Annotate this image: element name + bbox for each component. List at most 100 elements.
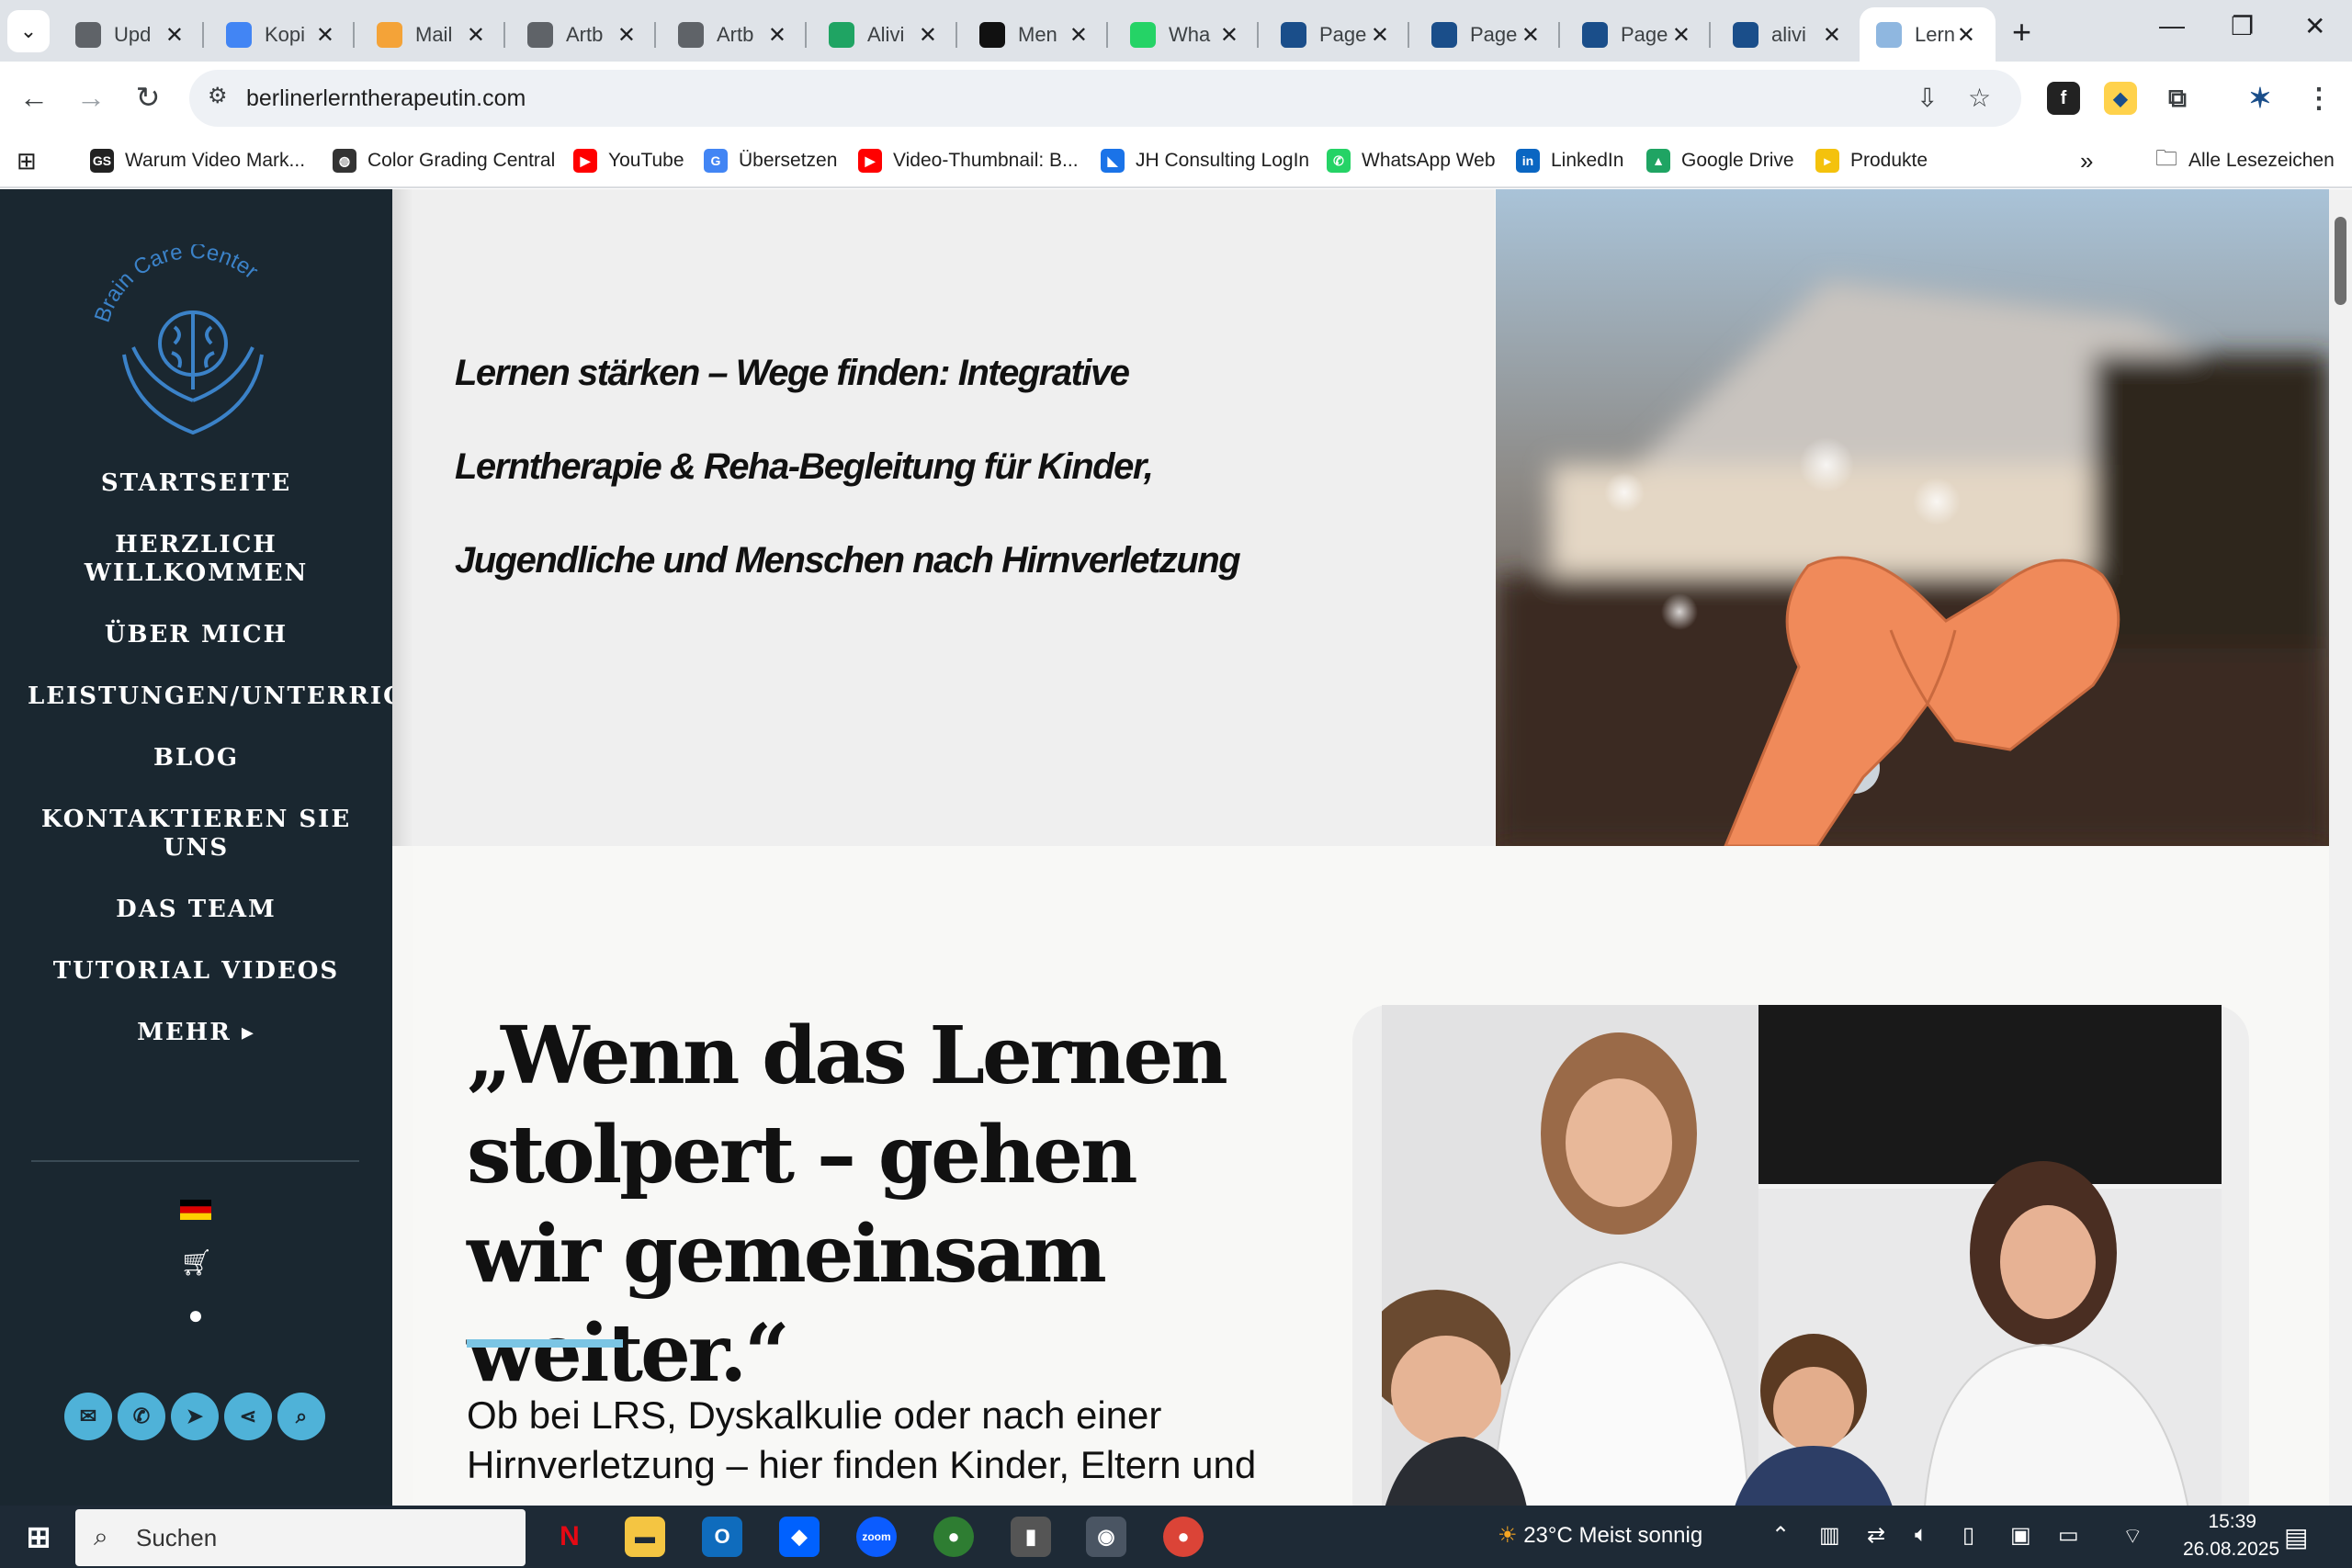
- app-mic-icon[interactable]: ▮: [1011, 1517, 1051, 1557]
- profile-spark-icon[interactable]: ✶: [2244, 82, 2277, 115]
- bookmark-6[interactable]: ✆ WhatsApp Web: [1327, 144, 1496, 177]
- nav-item-5[interactable]: KONTAKTIEREN SIE UNS: [0, 806, 392, 863]
- site-info-icon[interactable]: ⚙: [208, 83, 228, 109]
- volume-icon[interactable]: 🔈︎: [1915, 1522, 1928, 1548]
- chrome-active-icon[interactable]: ●: [933, 1517, 974, 1557]
- german-flag-icon[interactable]: [180, 1200, 211, 1220]
- menu-kebab-icon[interactable]: ⋮: [2302, 82, 2335, 115]
- close-tab-icon[interactable]: ✕: [1069, 22, 1088, 49]
- close-window-button[interactable]: ✕: [2304, 11, 2325, 41]
- close-tab-icon[interactable]: ✕: [919, 22, 937, 49]
- close-tab-icon[interactable]: ✕: [1371, 22, 1389, 49]
- tab-9[interactable]: Page ✕: [1415, 7, 1560, 62]
- address-bar[interactable]: ⚙ berlinerlerntherapeutin.com ⇩ ☆: [189, 70, 2021, 127]
- close-tab-icon[interactable]: ✕: [1823, 22, 1841, 49]
- forward-button[interactable]: →: [68, 74, 114, 120]
- close-tab-icon[interactable]: ✕: [316, 22, 334, 49]
- close-tab-icon[interactable]: ✕: [1957, 22, 1975, 49]
- nav-item-0[interactable]: STARTSEITE: [0, 469, 392, 498]
- tab-search-button[interactable]: ⌄: [7, 10, 50, 52]
- windows-start-icon[interactable]: ⊞: [18, 1517, 59, 1557]
- share-icon[interactable]: ⋖: [224, 1393, 272, 1440]
- tab-3[interactable]: Artb ✕: [511, 7, 656, 62]
- bookmark-0[interactable]: GS Warum Video Mark...: [90, 144, 305, 177]
- bookmark-5[interactable]: ◣ JH Consulting LogIn: [1101, 144, 1309, 177]
- battery-icon[interactable]: ▭: [2058, 1522, 2079, 1549]
- tab-1[interactable]: Kopi ✕: [209, 7, 355, 62]
- tab-12[interactable]: Lern ✕: [1860, 7, 1996, 62]
- tab-2[interactable]: Mail ✕: [360, 7, 505, 62]
- clock[interactable]: 15:39 26.08.2025: [2183, 1511, 2279, 1561]
- location-arrow-icon[interactable]: ➤: [171, 1393, 219, 1440]
- user-icon[interactable]: ●: [180, 1301, 211, 1332]
- bookmark-7[interactable]: in LinkedIn: [1516, 144, 1623, 177]
- close-tab-icon[interactable]: ✕: [768, 22, 786, 49]
- tab-7[interactable]: Wha ✕: [1114, 7, 1259, 62]
- tray-chevron-up-icon[interactable]: ⌃: [1771, 1522, 1790, 1549]
- reload-button[interactable]: ↻: [125, 74, 171, 120]
- chrome-icon[interactable]: ●: [1163, 1517, 1204, 1557]
- tray-display-icon[interactable]: ▣: [2010, 1522, 2031, 1549]
- search-icon: ⌕: [94, 1522, 108, 1551]
- nav-item-6[interactable]: DAS TEAM: [0, 896, 392, 924]
- tab-4[interactable]: Artb ✕: [662, 7, 807, 62]
- page-scrollbar[interactable]: [2329, 189, 2352, 1506]
- close-tab-icon[interactable]: ✕: [165, 22, 184, 49]
- url-text[interactable]: berlinerlerntherapeutin.com: [246, 85, 526, 112]
- tab-8[interactable]: Page ✕: [1264, 7, 1409, 62]
- close-tab-icon[interactable]: ✕: [1521, 22, 1540, 49]
- tray-sync-icon[interactable]: ⇄: [1867, 1522, 1885, 1549]
- tab-10[interactable]: Page ✕: [1566, 7, 1711, 62]
- bookmark-4[interactable]: ▶ Video-Thumbnail: B...: [858, 144, 1079, 177]
- close-tab-icon[interactable]: ✕: [467, 22, 485, 49]
- tab-separator: [654, 22, 656, 48]
- outlook-icon[interactable]: O: [702, 1517, 742, 1557]
- taskbar-search-box[interactable]: ⌕ Suchen: [75, 1509, 526, 1566]
- extension-f-icon[interactable]: f: [2047, 82, 2080, 115]
- tray-phone-link-icon[interactable]: ▯: [1962, 1522, 1974, 1549]
- nav-item-2[interactable]: ÜBER MICH: [0, 621, 392, 649]
- back-button[interactable]: ←: [11, 74, 57, 120]
- search-icon[interactable]: ⌕: [277, 1393, 325, 1440]
- minimize-button[interactable]: —: [2159, 11, 2185, 40]
- camera-icon[interactable]: ◉: [1086, 1517, 1126, 1557]
- nav-item-1[interactable]: HERZLICH WILLKOMMEN: [0, 531, 392, 588]
- tab-11[interactable]: alivi ✕: [1716, 7, 1861, 62]
- nav-item-7[interactable]: TUTORIAL VIDEOS: [0, 957, 392, 986]
- wifi-icon[interactable]: ⌔: [2122, 1522, 2143, 1550]
- tray-meter-icon[interactable]: ▥: [1819, 1522, 1840, 1549]
- nav-item-4[interactable]: BLOG: [0, 744, 392, 773]
- tab-5[interactable]: Alivi ✕: [812, 7, 957, 62]
- phone-icon[interactable]: ✆: [118, 1393, 165, 1440]
- bookmark-8[interactable]: ▲ Google Drive: [1646, 144, 1794, 177]
- extension-puzzle-color-icon[interactable]: ◆: [2104, 82, 2137, 115]
- install-app-icon[interactable]: ⇩: [1917, 83, 1938, 113]
- all-bookmarks-button[interactable]: 🗀 Alle Lesezeichen: [2155, 144, 2335, 177]
- new-tab-button[interactable]: +: [2012, 13, 2031, 51]
- apps-grid-icon[interactable]: ⊞: [17, 144, 37, 177]
- cart-icon[interactable]: 🛒︎: [180, 1247, 213, 1277]
- close-tab-icon[interactable]: ✕: [1220, 22, 1238, 49]
- dropbox-icon[interactable]: ◆: [779, 1517, 820, 1557]
- close-tab-icon[interactable]: ✕: [617, 22, 636, 49]
- nav-item-3[interactable]: LEISTUNGEN/UNTERRICHTSANGEBOTE: [0, 682, 637, 711]
- close-tab-icon[interactable]: ✕: [1672, 22, 1690, 49]
- bookmark-3[interactable]: G Übersetzen: [704, 144, 837, 177]
- file-explorer-icon[interactable]: ▬: [625, 1517, 665, 1557]
- bookmark-star-icon[interactable]: ☆: [1968, 83, 1991, 113]
- bookmark-9[interactable]: ▸ Produkte: [1815, 144, 1928, 177]
- netflix-icon[interactable]: N: [549, 1517, 590, 1557]
- nav-item-8[interactable]: MEHR ▸: [0, 1019, 392, 1047]
- notifications-icon[interactable]: ▤: [2284, 1522, 2308, 1552]
- extensions-icon[interactable]: ⧉: [2161, 82, 2194, 115]
- bookmark-2[interactable]: ▶ YouTube: [573, 144, 684, 177]
- scrollbar-thumb[interactable]: [2335, 217, 2346, 305]
- bookmark-1[interactable]: ◍ Color Grading Central: [333, 144, 555, 177]
- email-icon[interactable]: ✉: [64, 1393, 112, 1440]
- restore-button[interactable]: ❐: [2231, 11, 2254, 41]
- weather-widget[interactable]: ☀ 23°C Meist sonnig: [1498, 1522, 1702, 1549]
- tab-6[interactable]: Men ✕: [963, 7, 1108, 62]
- zoom-icon[interactable]: zoom: [856, 1517, 897, 1557]
- tab-0[interactable]: Upd ✕: [59, 7, 204, 62]
- more-bookmarks-icon[interactable]: »: [2080, 144, 2093, 177]
